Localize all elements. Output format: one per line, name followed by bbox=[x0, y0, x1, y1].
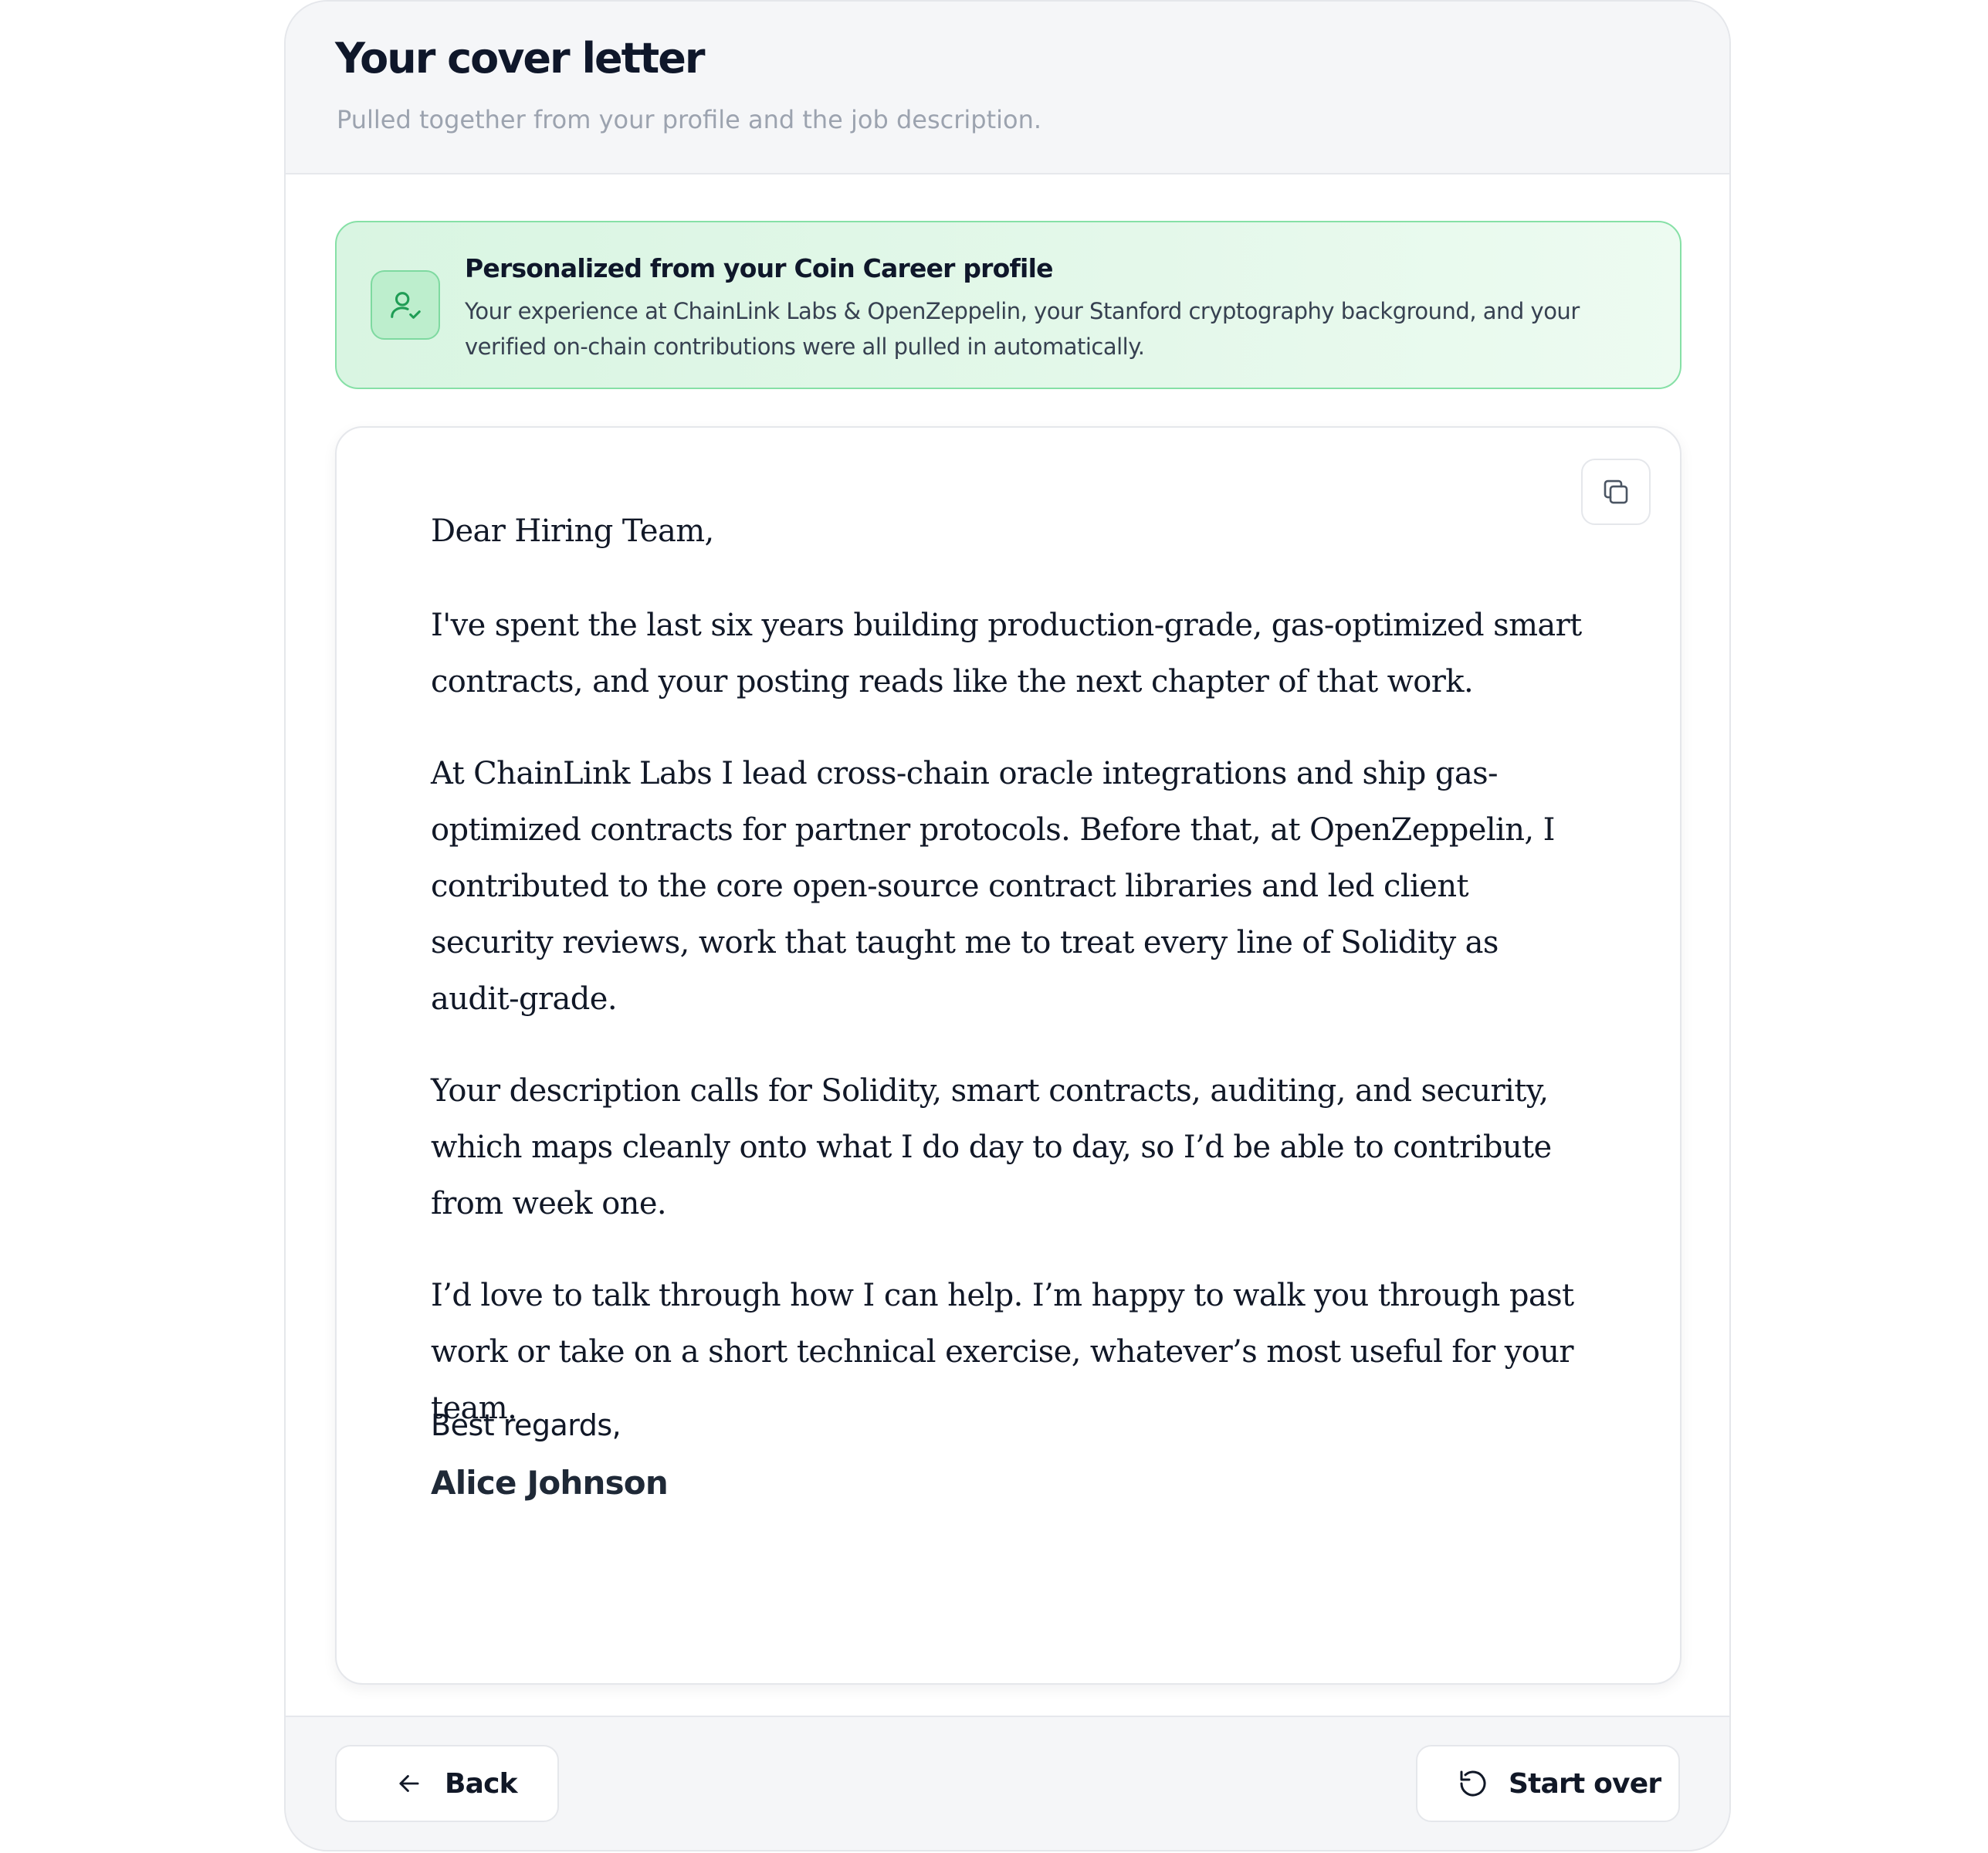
letter-preview: Dear Hiring Team, I've spent the last si… bbox=[335, 426, 1682, 1685]
letter-paragraph: At ChainLink Labs I lead cross-chain ora… bbox=[431, 756, 1555, 1017]
letter-paragraph: I've spent the last six years building p… bbox=[431, 608, 1582, 700]
copy-icon bbox=[1600, 476, 1632, 508]
letter-signature: Alice Johnson bbox=[431, 1464, 669, 1502]
card-header: Your cover letter Pulled together from y… bbox=[286, 2, 1729, 174]
letter-body: Dear Hiring Team, I've spent the last si… bbox=[431, 503, 1589, 1472]
copy-button[interactable] bbox=[1581, 459, 1651, 525]
card-footer: Back Start over bbox=[286, 1716, 1729, 1850]
cover-letter-card: Your cover letter Pulled together from y… bbox=[284, 0, 1731, 1851]
start-over-button[interactable]: Start over bbox=[1416, 1745, 1680, 1822]
back-button[interactable]: Back bbox=[335, 1745, 559, 1822]
banner-title: Personalized from your Coin Career profi… bbox=[465, 253, 1053, 283]
card-body: Personalized from your Coin Career profi… bbox=[286, 174, 1729, 1716]
arrow-left-icon bbox=[394, 1768, 425, 1799]
personalization-banner: Personalized from your Coin Career profi… bbox=[335, 221, 1682, 389]
rotate-ccw-icon bbox=[1458, 1768, 1488, 1799]
back-button-label: Back bbox=[445, 1767, 518, 1800]
banner-description: Your experience at ChainLink Labs & Open… bbox=[465, 298, 1580, 360]
letter-closing: Best regards, bbox=[431, 1408, 621, 1442]
letter-paragraph: Your description calls for Solidity, sma… bbox=[431, 1073, 1552, 1221]
page-title: Your cover letter bbox=[335, 34, 705, 83]
start-over-label: Start over bbox=[1509, 1767, 1661, 1800]
page-subtitle: Pulled together from your profile and th… bbox=[337, 105, 1042, 134]
user-check-icon bbox=[371, 270, 440, 340]
letter-greeting: Dear Hiring Team, bbox=[431, 513, 714, 549]
